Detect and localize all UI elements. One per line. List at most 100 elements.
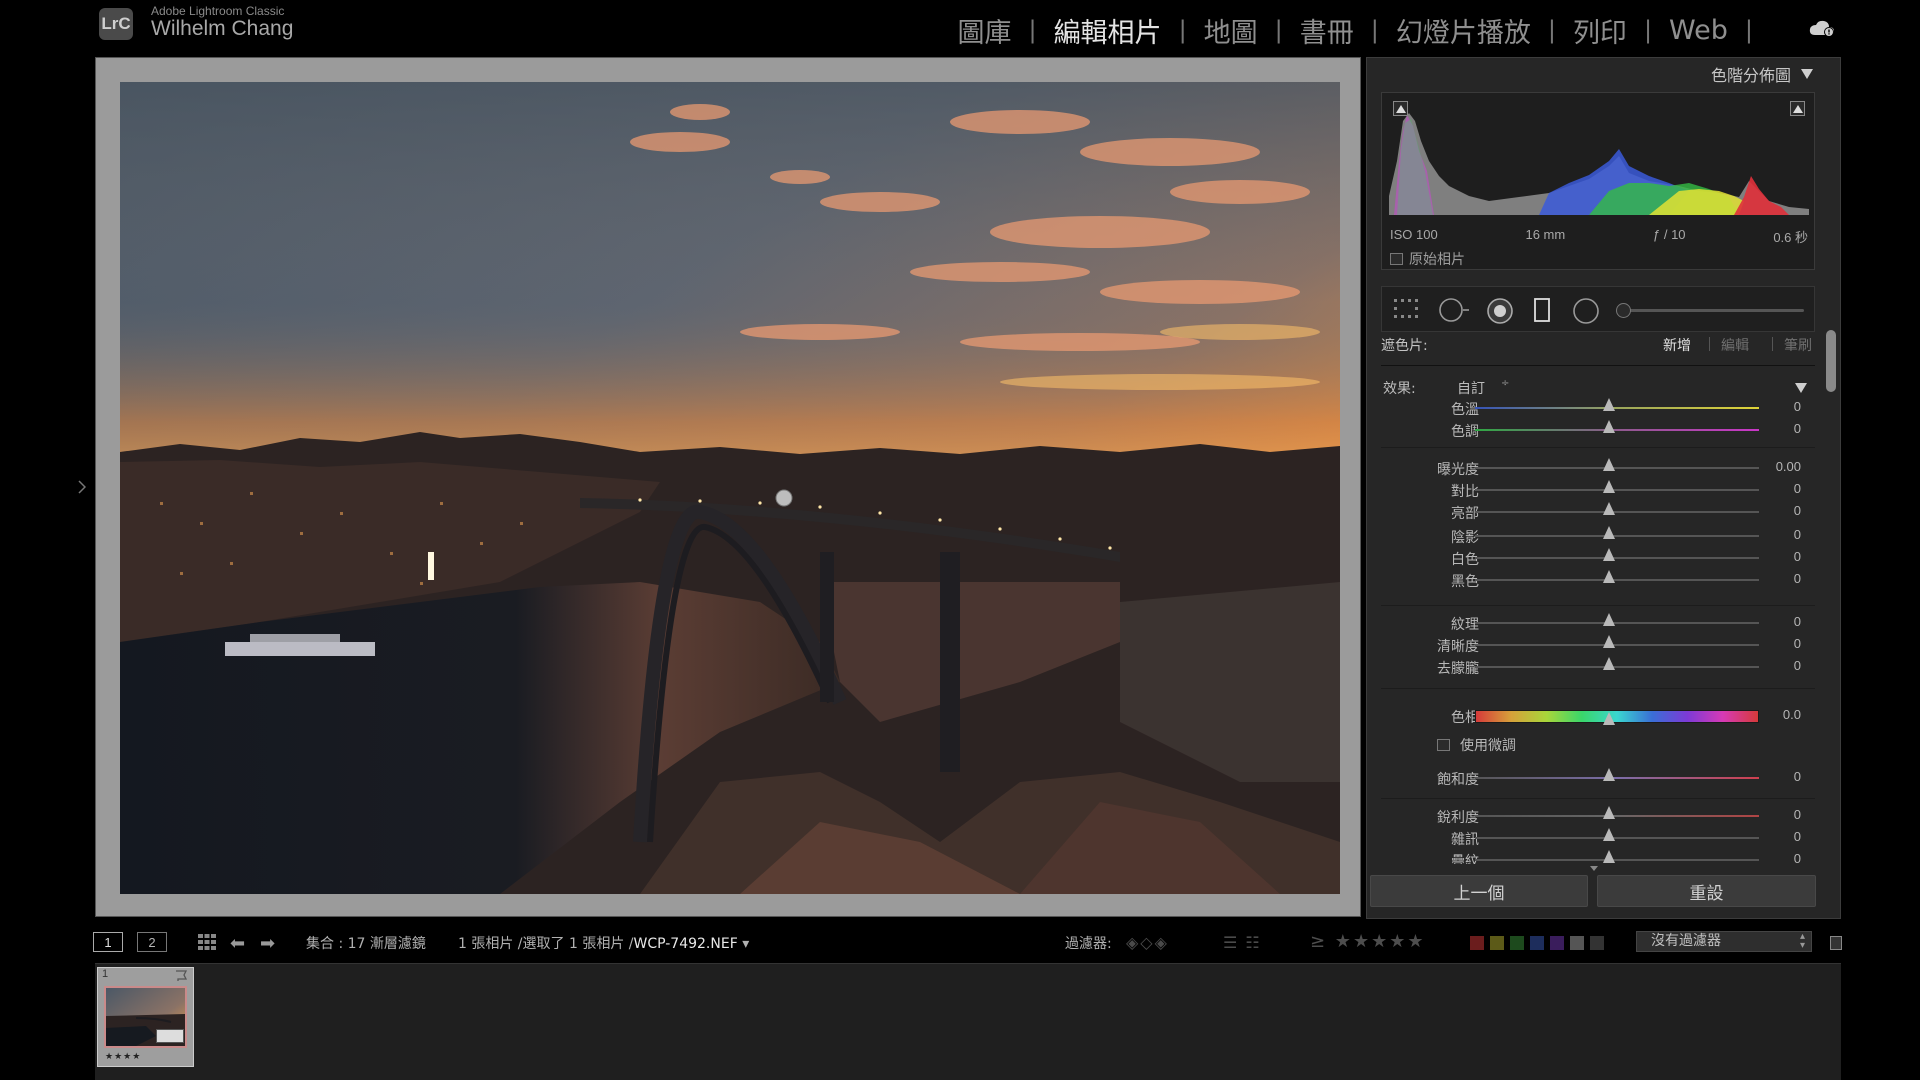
color-chip-purple[interactable]: [1550, 936, 1564, 950]
collapse-triangle-icon[interactable]: [1801, 69, 1813, 79]
collection-label[interactable]: 集合 : 17 漸層濾鏡: [306, 933, 426, 953]
contrast-track[interactable]: [1475, 489, 1759, 491]
texture-knob[interactable]: [1603, 613, 1615, 626]
original-photo-toggle[interactable]: 原始相片: [1390, 249, 1465, 269]
mask-edit-button[interactable]: 編輯: [1721, 335, 1749, 355]
color-label-filter[interactable]: [1470, 936, 1604, 950]
hue-knob[interactable]: [1603, 712, 1615, 725]
highlight-clipping-toggle[interactable]: [1790, 101, 1805, 116]
tint-knob[interactable]: [1603, 420, 1615, 433]
fine-adjust-toggle[interactable]: 使用微調: [1437, 735, 1516, 755]
previous-button[interactable]: 上一個: [1370, 875, 1588, 907]
contrast-value[interactable]: 0: [1794, 481, 1801, 496]
crop-overlay-icon[interactable]: [1392, 297, 1422, 321]
sharpness-value[interactable]: 0: [1794, 807, 1801, 822]
user-name[interactable]: Wilhelm Chang: [151, 17, 293, 41]
exposure-track[interactable]: [1475, 467, 1759, 469]
moire-slider[interactable]: 疊紋 0: [1381, 850, 1819, 864]
shadows-knob[interactable]: [1603, 526, 1615, 539]
filmstrip-thumbnail[interactable]: 1 ★★★★: [97, 967, 194, 1067]
module-print[interactable]: 列印: [1573, 11, 1627, 50]
graduated-filter-icon[interactable]: [1532, 297, 1552, 323]
effect-preset-select[interactable]: 自訂: [1457, 378, 1485, 398]
flag-filter-icons[interactable]: ◈◇◈: [1126, 933, 1169, 952]
module-develop[interactable]: 編輯相片: [1054, 11, 1162, 50]
module-book[interactable]: 書冊: [1300, 11, 1354, 50]
red-eye-icon[interactable]: [1486, 297, 1514, 325]
color-chip-yellow[interactable]: [1490, 936, 1504, 950]
rating-filter[interactable]: ≥ ★★★★★: [1310, 931, 1426, 952]
exposure-slider[interactable]: 曝光度 0.00: [1381, 458, 1819, 478]
sharpness-slider[interactable]: 銳利度 0: [1381, 806, 1819, 826]
dehaze-knob[interactable]: [1603, 657, 1615, 670]
brush-size-knob[interactable]: [1616, 303, 1631, 318]
tint-slider[interactable]: 色調 0: [1381, 420, 1819, 440]
module-web[interactable]: Web: [1669, 15, 1728, 46]
temp-knob[interactable]: [1603, 398, 1615, 411]
spot-removal-icon[interactable]: [1438, 297, 1470, 323]
clarity-track[interactable]: [1475, 644, 1759, 646]
whites-value[interactable]: 0: [1794, 549, 1801, 564]
hue-track[interactable]: [1475, 710, 1759, 723]
color-chip-blue[interactable]: [1530, 936, 1544, 950]
clarity-value[interactable]: 0: [1794, 636, 1801, 651]
clarity-knob[interactable]: [1603, 635, 1615, 648]
filter-preset-select[interactable]: 沒有過濾器 ▴ ▾: [1636, 931, 1812, 952]
whites-track[interactable]: [1475, 557, 1759, 559]
shadow-clipping-toggle[interactable]: [1393, 101, 1408, 116]
fine-adjust-checkbox[interactable]: [1437, 739, 1450, 751]
contrast-knob[interactable]: [1603, 480, 1615, 493]
tint-track[interactable]: [1475, 429, 1759, 431]
exposure-value[interactable]: 0.00: [1776, 459, 1801, 474]
mask-new-button[interactable]: 新增: [1663, 335, 1691, 355]
grid-view-icon[interactable]: [198, 934, 216, 950]
shadows-track[interactable]: [1475, 535, 1759, 537]
main-photo[interactable]: [120, 82, 1340, 894]
highlights-track[interactable]: [1475, 511, 1759, 513]
moire-knob[interactable]: [1603, 850, 1615, 863]
brush-size-track[interactable]: [1622, 309, 1804, 312]
temp-track[interactable]: [1475, 407, 1759, 409]
noise-knob[interactable]: [1603, 828, 1615, 841]
forward-arrow-icon[interactable]: ➡: [260, 933, 275, 954]
dehaze-track[interactable]: [1475, 666, 1759, 668]
saturation-knob[interactable]: [1603, 768, 1615, 781]
primary-window-button[interactable]: 1: [93, 932, 123, 952]
edit-filter-icons[interactable]: ☰☷: [1223, 933, 1268, 952]
filter-lock-icon[interactable]: [1830, 936, 1842, 950]
blacks-track[interactable]: [1475, 579, 1759, 581]
texture-slider[interactable]: 紋理 0: [1381, 613, 1819, 633]
highlights-knob[interactable]: [1603, 502, 1615, 515]
saturation-value[interactable]: 0: [1794, 769, 1801, 784]
color-chip-red[interactable]: [1470, 936, 1484, 950]
color-chip-custom[interactable]: [1570, 936, 1584, 950]
color-chip-green[interactable]: [1510, 936, 1524, 950]
reset-button[interactable]: 重設: [1597, 875, 1816, 907]
blacks-value[interactable]: 0: [1794, 571, 1801, 586]
effect-select-caret[interactable]: ÷: [1501, 378, 1509, 389]
saturation-track[interactable]: [1475, 777, 1759, 779]
effect-collapse-icon[interactable]: [1795, 383, 1807, 393]
contrast-slider[interactable]: 對比 0: [1381, 480, 1819, 500]
module-slideshow[interactable]: 幻燈片播放: [1396, 11, 1531, 50]
texture-track[interactable]: [1475, 622, 1759, 624]
shadows-value[interactable]: 0: [1794, 527, 1801, 542]
temp-slider[interactable]: 色溫 0: [1381, 398, 1819, 418]
module-library[interactable]: 圖庫: [957, 11, 1011, 50]
moire-track[interactable]: [1475, 859, 1759, 861]
flag-icon[interactable]: [174, 970, 188, 982]
noise-value[interactable]: 0: [1794, 829, 1801, 844]
right-panel-scrollbar[interactable]: [1826, 330, 1836, 392]
sharpness-track[interactable]: [1475, 815, 1759, 817]
left-panel-toggle-icon[interactable]: [78, 480, 86, 494]
noise-slider[interactable]: 雜訊 0: [1381, 828, 1819, 848]
hue-slider[interactable]: 色相 0.0: [1381, 706, 1819, 726]
color-chip-none[interactable]: [1590, 936, 1604, 950]
clarity-slider[interactable]: 清晰度 0: [1381, 635, 1819, 655]
exposure-knob[interactable]: [1603, 458, 1615, 471]
noise-track[interactable]: [1475, 837, 1759, 839]
whites-knob[interactable]: [1603, 548, 1615, 561]
temp-value[interactable]: 0: [1794, 399, 1801, 414]
moire-value[interactable]: 0: [1794, 851, 1801, 864]
original-photo-checkbox[interactable]: [1390, 253, 1403, 265]
